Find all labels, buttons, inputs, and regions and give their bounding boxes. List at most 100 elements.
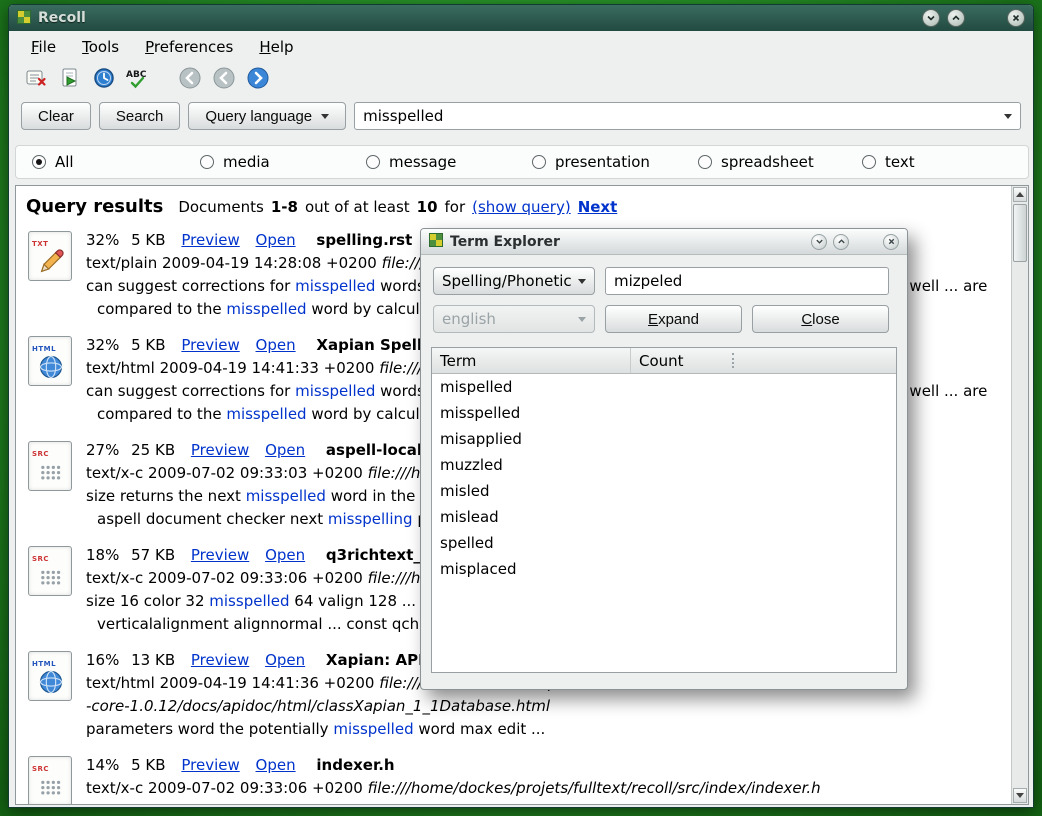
open-link[interactable]: Open bbox=[256, 756, 296, 774]
radio-icon[interactable] bbox=[366, 155, 380, 169]
term-row[interactable]: mislead bbox=[432, 504, 896, 530]
source-code-icon bbox=[37, 458, 65, 486]
scroll-down-icon[interactable] bbox=[1013, 788, 1027, 803]
filter-label: spreadsheet bbox=[721, 153, 814, 171]
file-size: 5 KB bbox=[131, 231, 165, 249]
header-resize-handle[interactable] bbox=[732, 353, 734, 368]
menu-help[interactable]: Help bbox=[249, 34, 303, 60]
snippet-text: compared to the bbox=[97, 300, 226, 318]
filter-text[interactable]: text bbox=[862, 153, 915, 171]
run-query-icon[interactable] bbox=[57, 65, 83, 91]
file-size: 57 KB bbox=[131, 546, 175, 564]
mode-select-value: Spelling/Phonetic bbox=[442, 272, 572, 290]
snippet-text: text/x-c 2009-07-02 09:33:03 +0200 bbox=[86, 464, 368, 482]
filter-label: media bbox=[223, 153, 270, 171]
shade-button[interactable] bbox=[922, 9, 940, 27]
term-row[interactable]: misspelled bbox=[432, 400, 896, 426]
term-explorer-icon[interactable]: ABC bbox=[125, 65, 151, 91]
filter-all[interactable]: All bbox=[32, 153, 74, 171]
radio-icon[interactable] bbox=[200, 155, 214, 169]
open-link[interactable]: Open bbox=[256, 336, 296, 354]
open-link[interactable]: Open bbox=[265, 441, 305, 459]
chevron-down-icon[interactable] bbox=[1004, 114, 1012, 119]
term-row[interactable]: mispelled bbox=[432, 374, 896, 400]
radio-icon[interactable] bbox=[698, 155, 712, 169]
dialog-titlebar[interactable]: Term Explorer bbox=[421, 229, 907, 255]
scroll-up-icon[interactable] bbox=[1013, 187, 1027, 202]
menu-preferences[interactable]: Preferences bbox=[135, 34, 243, 60]
preview-link[interactable]: Preview bbox=[191, 441, 249, 459]
term-row[interactable]: misplaced bbox=[432, 556, 896, 582]
snippet-text: text/html 2009-04-19 14:41:36 +0200 bbox=[86, 674, 379, 692]
filter-media[interactable]: media bbox=[200, 153, 270, 171]
close-button[interactable] bbox=[1007, 9, 1025, 27]
close-button-dialog[interactable]: Close bbox=[752, 305, 889, 333]
show-query-link[interactable]: (show query) bbox=[472, 198, 571, 216]
file-size: 5 KB bbox=[131, 336, 165, 354]
highlighted-term: misspelled bbox=[333, 720, 413, 738]
snippet-text: verticalalignment alignnormal ... const … bbox=[97, 615, 454, 633]
globe-icon bbox=[37, 353, 65, 381]
snippet-text: text/x-c 2009-07-02 09:33:06 +0200 bbox=[86, 779, 368, 797]
query-combo[interactable] bbox=[354, 102, 1021, 130]
query-language-select[interactable]: Query language bbox=[188, 102, 346, 130]
file-type-icon: SRC bbox=[28, 546, 72, 596]
radio-icon[interactable] bbox=[862, 155, 876, 169]
prev-page-icon[interactable] bbox=[211, 65, 237, 91]
history-icon[interactable] bbox=[91, 65, 117, 91]
relevance-percent: 32% bbox=[86, 231, 119, 249]
preview-link[interactable]: Preview bbox=[181, 231, 239, 249]
open-link[interactable]: Open bbox=[265, 546, 305, 564]
term-input[interactable] bbox=[605, 267, 889, 295]
filter-label: text bbox=[885, 153, 915, 171]
menubar: File Tools Preferences Help bbox=[9, 31, 1033, 62]
snippet-text: can suggest corrections for bbox=[86, 382, 295, 400]
first-page-icon[interactable] bbox=[177, 65, 203, 91]
preview-link[interactable]: Preview bbox=[191, 651, 249, 669]
term-row[interactable]: misled bbox=[432, 478, 896, 504]
expand-button[interactable]: Expand bbox=[605, 305, 742, 333]
pencil-icon bbox=[37, 248, 65, 276]
clear-button[interactable]: Clear bbox=[21, 102, 91, 130]
menu-file[interactable]: File bbox=[21, 34, 66, 60]
open-link[interactable]: Open bbox=[265, 651, 305, 669]
filter-spreadsheet[interactable]: spreadsheet bbox=[698, 153, 814, 171]
dialog-title: Term Explorer bbox=[450, 234, 560, 250]
search-input[interactable] bbox=[355, 103, 1020, 129]
mode-select[interactable]: Spelling/Phonetic bbox=[433, 267, 595, 295]
result-detail-lines: text/x-c 2009-07-02 09:33:06 +0200 file:… bbox=[86, 777, 1008, 800]
filter-message[interactable]: message bbox=[366, 153, 456, 171]
dialog-shade-button[interactable] bbox=[811, 234, 827, 250]
radio-icon[interactable] bbox=[32, 155, 46, 169]
dialog-close-button[interactable] bbox=[883, 234, 899, 250]
close-rest: lose bbox=[812, 311, 840, 328]
radio-icon[interactable] bbox=[532, 155, 546, 169]
search-button[interactable]: Search bbox=[99, 102, 181, 130]
results-scrollbar[interactable] bbox=[1011, 186, 1028, 804]
dialog-maximize-button[interactable] bbox=[833, 234, 849, 250]
preview-link[interactable]: Preview bbox=[191, 546, 249, 564]
term-table-header[interactable]: Term Count bbox=[432, 348, 896, 374]
menu-tools[interactable]: Tools bbox=[72, 34, 129, 60]
next-page-link[interactable]: Next bbox=[578, 198, 618, 216]
menu-tools-accel: T bbox=[82, 38, 89, 56]
term-text: misapplied bbox=[440, 430, 522, 448]
preview-link[interactable]: Preview bbox=[181, 756, 239, 774]
titlebar[interactable]: Recoll bbox=[9, 5, 1033, 31]
preview-link[interactable]: Preview bbox=[181, 336, 239, 354]
col-header-term[interactable]: Term bbox=[432, 348, 630, 373]
col-header-count[interactable]: Count bbox=[630, 348, 896, 373]
clear-search-icon[interactable] bbox=[23, 65, 49, 91]
scrollbar-thumb[interactable] bbox=[1013, 204, 1027, 262]
next-page-icon[interactable] bbox=[245, 65, 271, 91]
chevron-down-icon bbox=[578, 279, 586, 284]
result-snippet-line: parameters word the potentially misspell… bbox=[86, 718, 1008, 741]
term-row[interactable]: muzzled bbox=[432, 452, 896, 478]
open-link[interactable]: Open bbox=[256, 231, 296, 249]
maximize-button[interactable] bbox=[947, 9, 965, 27]
term-row[interactable]: spelled bbox=[432, 530, 896, 556]
term-row[interactable]: misapplied bbox=[432, 426, 896, 452]
filter-presentation[interactable]: presentation bbox=[532, 153, 650, 171]
documents-label: Documents bbox=[178, 198, 264, 216]
term-table: Term Count mispelled misspelled misappli… bbox=[431, 347, 897, 673]
